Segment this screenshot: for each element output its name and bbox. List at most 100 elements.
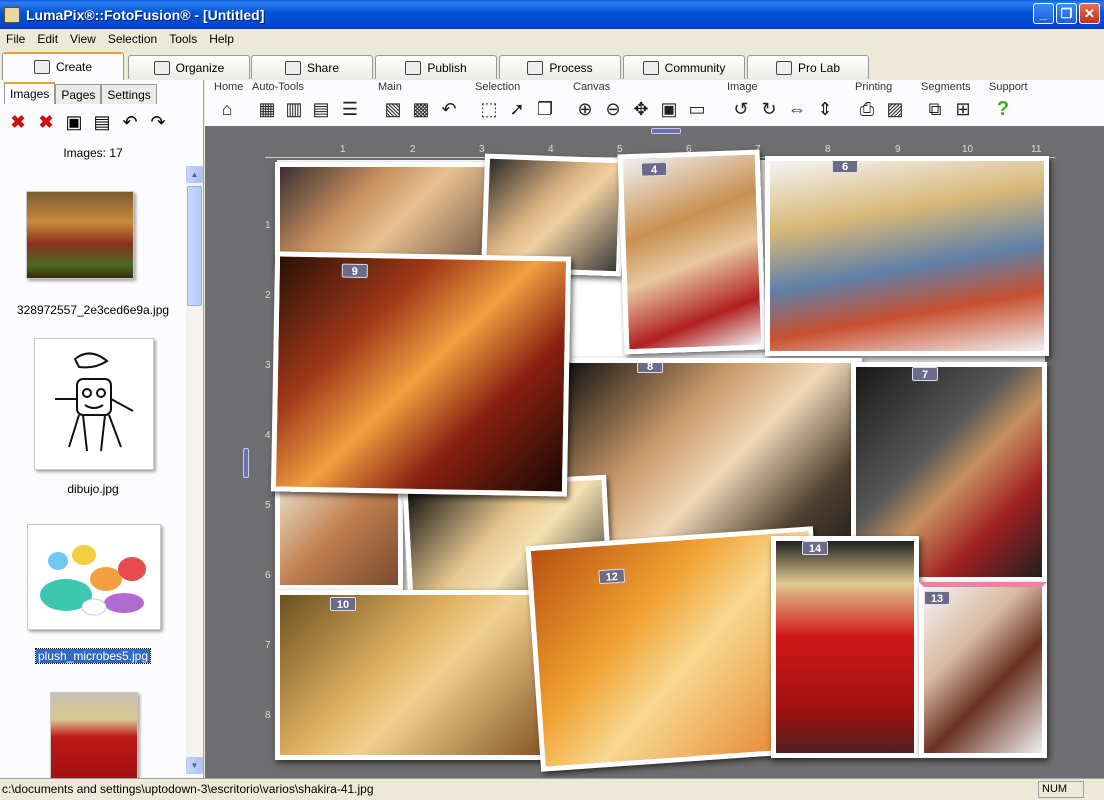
canvas-area[interactable]: 1 2 3 4 5 6 7 8 9 10 11 1 2 3 4 5 6 7 8 … <box>205 126 1104 778</box>
publish-icon <box>405 60 422 75</box>
flip-horizontal-icon[interactable]: ⇔ <box>785 97 809 121</box>
rotate-left-icon[interactable]: ↺ <box>729 97 753 121</box>
group-support: Support <box>989 81 1028 93</box>
ruler-top-label: 11 <box>1031 144 1042 155</box>
tab-create-label: Create <box>55 60 93 74</box>
toolbar: Home Auto-Tools Main Selection Canvas Im… <box>205 80 1104 126</box>
add-images-icon[interactable]: ▣ <box>62 110 86 134</box>
minimize-button[interactable]: _ <box>1033 3 1054 24</box>
canvas-top-handle[interactable] <box>651 128 681 134</box>
group-canvas: Canvas <box>573 81 611 93</box>
select-layer-icon[interactable]: ❐ <box>533 97 557 121</box>
pan-icon[interactable]: ✥ <box>629 97 653 121</box>
import-images-icon[interactable]: ▤ <box>90 110 114 134</box>
ruler-top-label: 5 <box>617 144 623 155</box>
tab-images[interactable]: Images <box>4 82 56 104</box>
zoom-in-icon[interactable]: ⊕ <box>573 97 597 121</box>
rotate-right-icon[interactable]: ↻ <box>757 97 781 121</box>
tab-pro-lab-label: Pro Lab <box>797 60 841 75</box>
segment-new-icon[interactable]: ⊞ <box>951 97 975 121</box>
fit-page-icon[interactable]: ▣ <box>657 97 681 121</box>
open-icon[interactable]: ▧ <box>381 97 405 121</box>
scroll-up-icon[interactable]: ▲ <box>186 166 203 183</box>
thumbnail-scrollbar[interactable]: ▲ ▼ <box>186 166 203 774</box>
scroll-thumb[interactable] <box>187 186 202 306</box>
photo-number-badge: 7 <box>912 367 938 381</box>
ruler-top-label: 9 <box>895 144 901 155</box>
image-tools: ✖ ✖ ▣ ▤ ↶ ↷ <box>6 110 170 134</box>
help-icon[interactable]: ? <box>991 97 1015 121</box>
tab-share[interactable]: Share <box>251 55 373 79</box>
tab-process[interactable]: Process <box>499 55 621 79</box>
organize-icon <box>153 60 170 75</box>
process-icon <box>527 60 544 75</box>
photo-frame[interactable]: 6 <box>765 156 1049 356</box>
fit-width-icon[interactable]: ▭ <box>685 97 709 121</box>
photo-number-badge: 6 <box>832 161 858 173</box>
photo-frame[interactable]: 9 <box>270 251 572 497</box>
menu-tools[interactable]: Tools <box>163 32 203 46</box>
tab-settings[interactable]: Settings <box>101 84 157 104</box>
menu-file[interactable]: File <box>0 32 31 46</box>
select-all-icon[interactable]: ⬚ <box>477 97 501 121</box>
photo-number-badge: 13 <box>924 591 950 605</box>
maximize-button[interactable]: ❐ <box>1056 3 1077 24</box>
menu-help[interactable]: Help <box>203 32 240 46</box>
left-panel: Images Pages Settings ✖ ✖ ▣ ▤ ↶ ↷ Images… <box>0 80 204 778</box>
group-image: Image <box>727 81 758 93</box>
image-count: Images: 17 <box>63 146 123 160</box>
tab-pro-lab[interactable]: Pro Lab <box>747 55 869 79</box>
tab-organize[interactable]: Organize <box>128 55 250 79</box>
remove-all-images-icon[interactable]: ✖ <box>34 110 58 134</box>
photo-number-badge: 4 <box>640 161 668 177</box>
pro-lab-icon <box>775 60 792 75</box>
print-icon[interactable]: ▨ <box>883 97 907 121</box>
photo-frame[interactable]: 10 <box>275 590 557 760</box>
num-lock-indicator: NUM <box>1038 781 1084 798</box>
redo-icon[interactable]: ↷ <box>146 110 170 134</box>
photo-frame[interactable]: 4 <box>617 149 767 355</box>
tab-create[interactable]: Create <box>2 52 124 80</box>
select-pointer-icon[interactable]: ➚ <box>505 97 529 121</box>
ruler-top-label: 10 <box>962 144 974 155</box>
thumbnail-image[interactable] <box>27 524 161 630</box>
photo-number-badge: 12 <box>598 568 626 585</box>
canvas-left-handle[interactable] <box>243 448 249 478</box>
photo-frame[interactable]: 14 <box>771 536 919 758</box>
zoom-out-icon[interactable]: ⊖ <box>601 97 625 121</box>
thumbnail-caption: 328972557_2e3ced6e9a.jpg <box>16 303 170 317</box>
undo-icon[interactable]: ↶ <box>437 97 461 121</box>
tab-community[interactable]: Community <box>623 55 745 79</box>
menu-edit[interactable]: Edit <box>31 32 64 46</box>
print-preview-icon[interactable]: ⎙ <box>855 97 879 121</box>
tab-publish[interactable]: Publish <box>375 55 497 79</box>
panel-tabs: Images Pages Settings <box>4 82 157 104</box>
menu-view[interactable]: View <box>64 32 102 46</box>
thumbnail-image[interactable] <box>50 692 138 778</box>
undo-icon[interactable]: ↶ <box>118 110 142 134</box>
save-icon[interactable]: ▩ <box>409 97 433 121</box>
menu-selection[interactable]: Selection <box>102 32 163 46</box>
group-selection: Selection <box>475 81 521 93</box>
close-button[interactable]: ✕ <box>1079 3 1100 24</box>
thumbnail-caption: plush_microbes5.jpg <box>34 648 152 664</box>
thumbnail-image[interactable] <box>26 191 134 279</box>
segment-open-icon[interactable]: ⧉ <box>923 97 947 121</box>
remove-image-icon[interactable]: ✖ <box>6 110 30 134</box>
auto-align-icon[interactable]: ☰ <box>338 97 362 121</box>
ruler-left-label: 4 <box>265 430 271 441</box>
photo-frame[interactable] <box>275 486 403 590</box>
ruler-left-label: 6 <box>265 570 271 581</box>
auto-fill-icon[interactable]: ▥ <box>282 97 306 121</box>
photo-frame[interactable]: 13 <box>919 582 1047 758</box>
title-bar: LumaPix®::FotoFusion® - [Untitled] _ ❐ ✕ <box>0 0 1104 29</box>
thumbnail-image[interactable] <box>34 338 154 470</box>
group-main: Main <box>378 81 402 93</box>
scroll-down-icon[interactable]: ▼ <box>186 757 203 774</box>
home-icon[interactable]: ⌂ <box>215 97 239 121</box>
auto-arrange-icon[interactable]: ▤ <box>309 97 333 121</box>
auto-layout-icon[interactable]: ▦ <box>255 97 279 121</box>
flip-vertical-icon[interactable]: ⇕ <box>813 97 837 121</box>
status-bar: c:\documents and settings\uptodown-3\esc… <box>0 778 1104 800</box>
tab-pages[interactable]: Pages <box>55 84 102 104</box>
